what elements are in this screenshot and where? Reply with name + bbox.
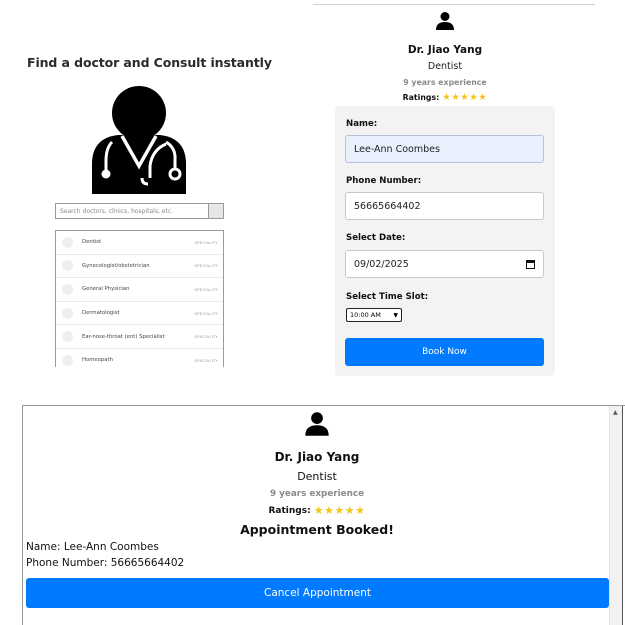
doctor-search-input[interactable] xyxy=(56,204,208,218)
doctor-name: Dr. Jiao Yang xyxy=(407,44,483,56)
specialty-name: Dermatologist xyxy=(82,310,120,317)
doctor-experience: 9 years experience xyxy=(269,489,365,499)
specialty-avatar xyxy=(62,307,73,319)
specialty-tag: SPECIALITY xyxy=(194,310,218,316)
cancel-appointment-button[interactable]: Cancel Appointment xyxy=(26,578,609,608)
calendar-icon[interactable] xyxy=(526,260,535,269)
specialty-tag: SPECIALITY xyxy=(194,334,218,340)
specialty-item[interactable]: Homeopath SPECIALITY xyxy=(56,349,223,367)
patient-name: Name: Lee-Ann Coombes xyxy=(26,541,159,553)
booking-form: Name: Lee-Ann Coombes Phone Number: 5666… xyxy=(335,106,555,376)
specialty-name: Ear-nose-throat (ent) Specialist xyxy=(82,333,165,340)
phone-label: Phone Number: xyxy=(346,176,422,186)
star-rating-icon: ★★★★★ xyxy=(442,92,488,103)
book-now-button[interactable]: Book Now xyxy=(345,338,544,366)
doctor-icon xyxy=(92,86,186,194)
phone-value: 56665664402 xyxy=(354,200,421,212)
time-slot-value: 10:00 AM xyxy=(350,311,381,319)
specialty-avatar xyxy=(62,331,73,343)
name-value: Lee-Ann Coombes xyxy=(354,143,440,155)
doctor-experience: 9 years experience xyxy=(403,78,487,87)
specialty-list: Dentist SPECIALITY Gynecologist/obstetri… xyxy=(55,230,224,367)
specialty-name: Gynecologist/obstetrician xyxy=(82,262,150,269)
name-field[interactable]: Lee-Ann Coombes xyxy=(345,135,544,163)
phone-field[interactable]: 56665664402 xyxy=(345,192,544,220)
specialty-avatar xyxy=(62,260,73,272)
doctor-name: Dr. Jiao Yang xyxy=(274,450,360,464)
specialty-name: Homeopath xyxy=(82,357,113,364)
time-slot-select[interactable]: 10:00 AM ▼ xyxy=(346,308,402,322)
doctor-specialty: Dentist xyxy=(427,61,463,72)
divider xyxy=(313,4,595,5)
patient-phone: Phone Number: 56665664402 xyxy=(26,557,185,569)
specialty-tag: SPECIALITY xyxy=(194,239,218,245)
page-title: Find a doctor and Consult instantly xyxy=(27,55,272,70)
specialty-item[interactable]: Dentist SPECIALITY xyxy=(56,231,223,255)
user-icon xyxy=(436,12,454,30)
specialty-tag: SPECIALITY xyxy=(194,263,218,269)
scroll-up-icon[interactable]: ▲ xyxy=(613,409,618,416)
user-icon xyxy=(305,412,329,436)
chevron-down-icon: ▼ xyxy=(393,312,398,319)
doctor-ratings: Ratings: ★★★★★ xyxy=(22,504,612,517)
window-edge xyxy=(622,406,623,625)
ratings-label: Ratings: xyxy=(268,505,311,516)
specialty-avatar xyxy=(62,236,73,248)
doctor-specialty: Dentist xyxy=(297,470,337,483)
star-rating-icon: ★★★★★ xyxy=(313,504,366,517)
specialty-item[interactable]: Ear-nose-throat (ent) Specialist SPECIAL… xyxy=(56,325,223,349)
specialty-item[interactable]: Gynecologist/obstetrician SPECIALITY xyxy=(56,255,223,279)
ratings-label: Ratings: xyxy=(402,93,440,102)
specialty-item[interactable]: General Physician SPECIALITY xyxy=(56,278,223,302)
doctor-ratings: Ratings: ★★★★★ xyxy=(335,92,555,103)
name-label: Name: xyxy=(346,119,378,129)
search-button[interactable] xyxy=(208,204,223,218)
specialty-name: Dentist xyxy=(82,239,102,246)
date-value: 09/02/2025 xyxy=(354,258,409,270)
specialty-tag: SPECIALITY xyxy=(194,357,218,363)
date-field[interactable]: 09/02/2025 xyxy=(345,250,544,278)
time-slot-label: Select Time Slot: xyxy=(346,292,429,302)
specialty-avatar xyxy=(62,354,73,366)
specialty-item[interactable]: Dermatologist SPECIALITY xyxy=(56,302,223,326)
specialty-name: General Physician xyxy=(82,286,130,293)
specialty-tag: SPECIALITY xyxy=(194,286,218,292)
booking-status: Appointment Booked! xyxy=(240,522,394,537)
specialty-avatar xyxy=(62,283,73,295)
date-label: Select Date: xyxy=(346,233,406,243)
search-bar xyxy=(55,203,224,219)
